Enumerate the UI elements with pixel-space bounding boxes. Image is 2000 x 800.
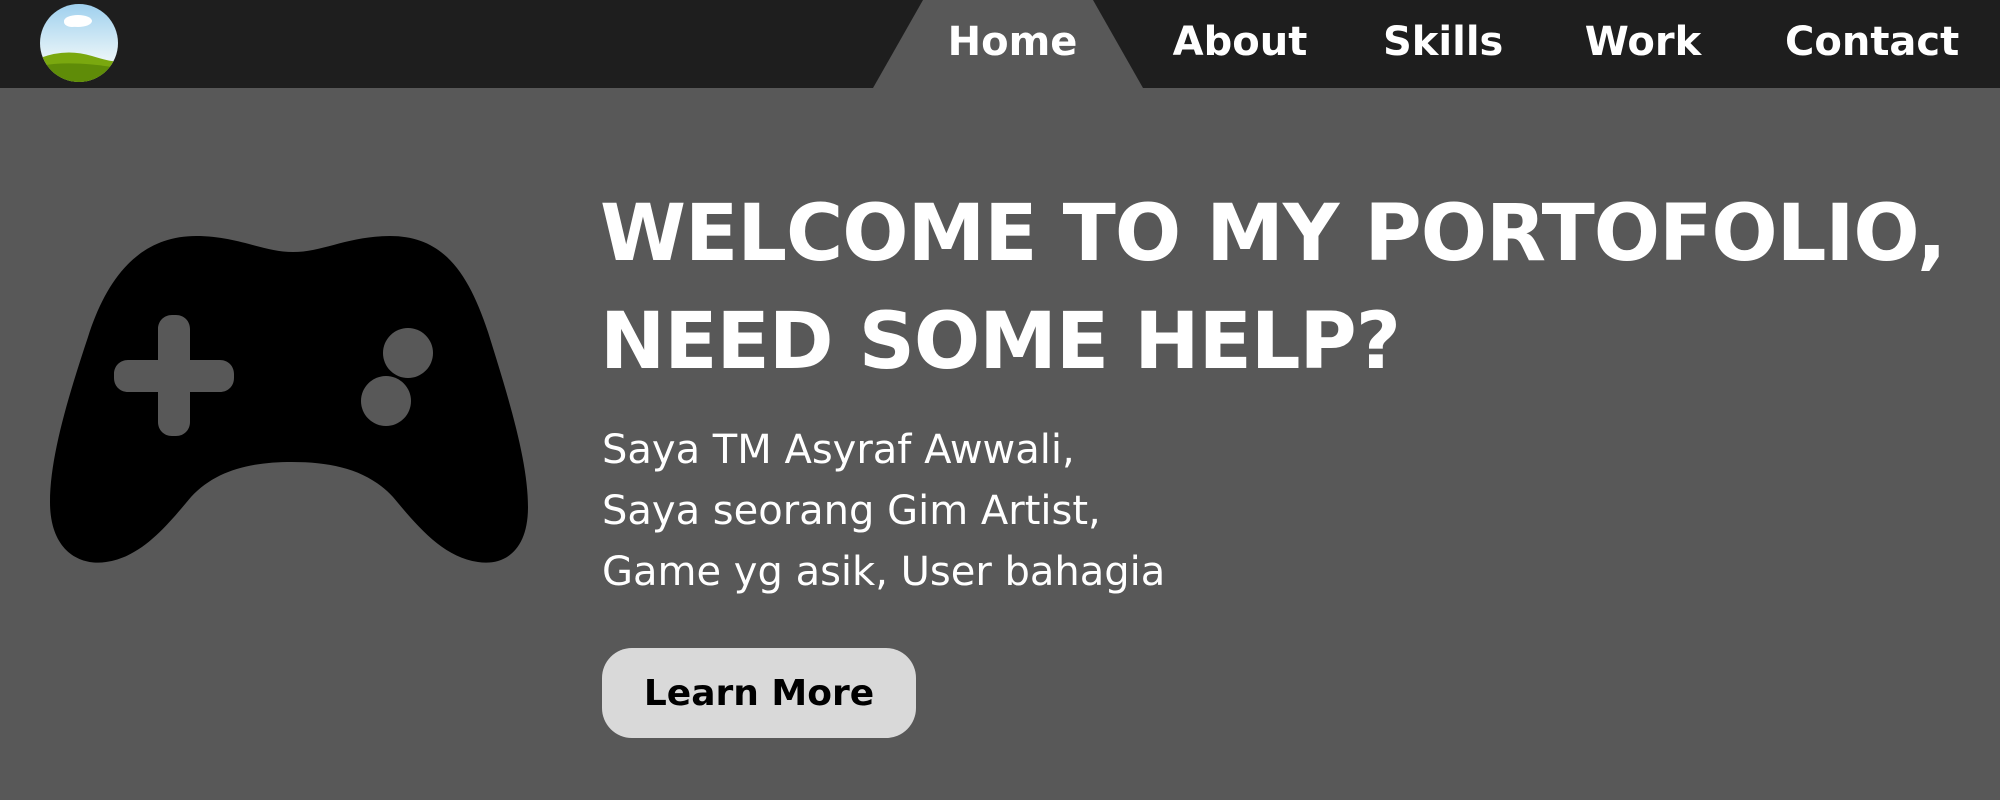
landscape-avatar-icon <box>40 4 118 82</box>
hero-headline-line1: WELCOME TO MY PORTOFOLIO, <box>600 189 1947 279</box>
nav-skills-link[interactable]: Skills <box>1383 14 1503 70</box>
hero-headline-line2: NEED SOME HELP? <box>600 297 1401 387</box>
gamepad-icon-container <box>48 232 536 566</box>
intro-line-tagline: Game yg asik, User bahagia <box>602 549 1166 595</box>
logo-avatar[interactable] <box>40 4 118 82</box>
intro-line-role: Saya seorang Gim Artist, <box>602 488 1101 534</box>
nav-contact-link[interactable]: Contact <box>1785 14 1959 70</box>
hero-intro: Saya TM Asyraf Awwali, Saya seorang Gim … <box>602 420 1502 603</box>
intro-line-name: Saya TM Asyraf Awwali, <box>602 427 1075 473</box>
nav-home-link[interactable]: Home <box>935 14 1090 70</box>
gamepad-icon <box>50 236 528 563</box>
nav-work-link[interactable]: Work <box>1583 14 1703 70</box>
nav-about-link[interactable]: About <box>1170 14 1310 70</box>
navbar: Home About Skills Work Contact <box>0 0 2000 88</box>
learn-more-button[interactable]: Learn More <box>602 648 916 738</box>
hero-headline: WELCOME TO MY PORTOFOLIO, NEED SOME HELP… <box>600 180 1960 396</box>
